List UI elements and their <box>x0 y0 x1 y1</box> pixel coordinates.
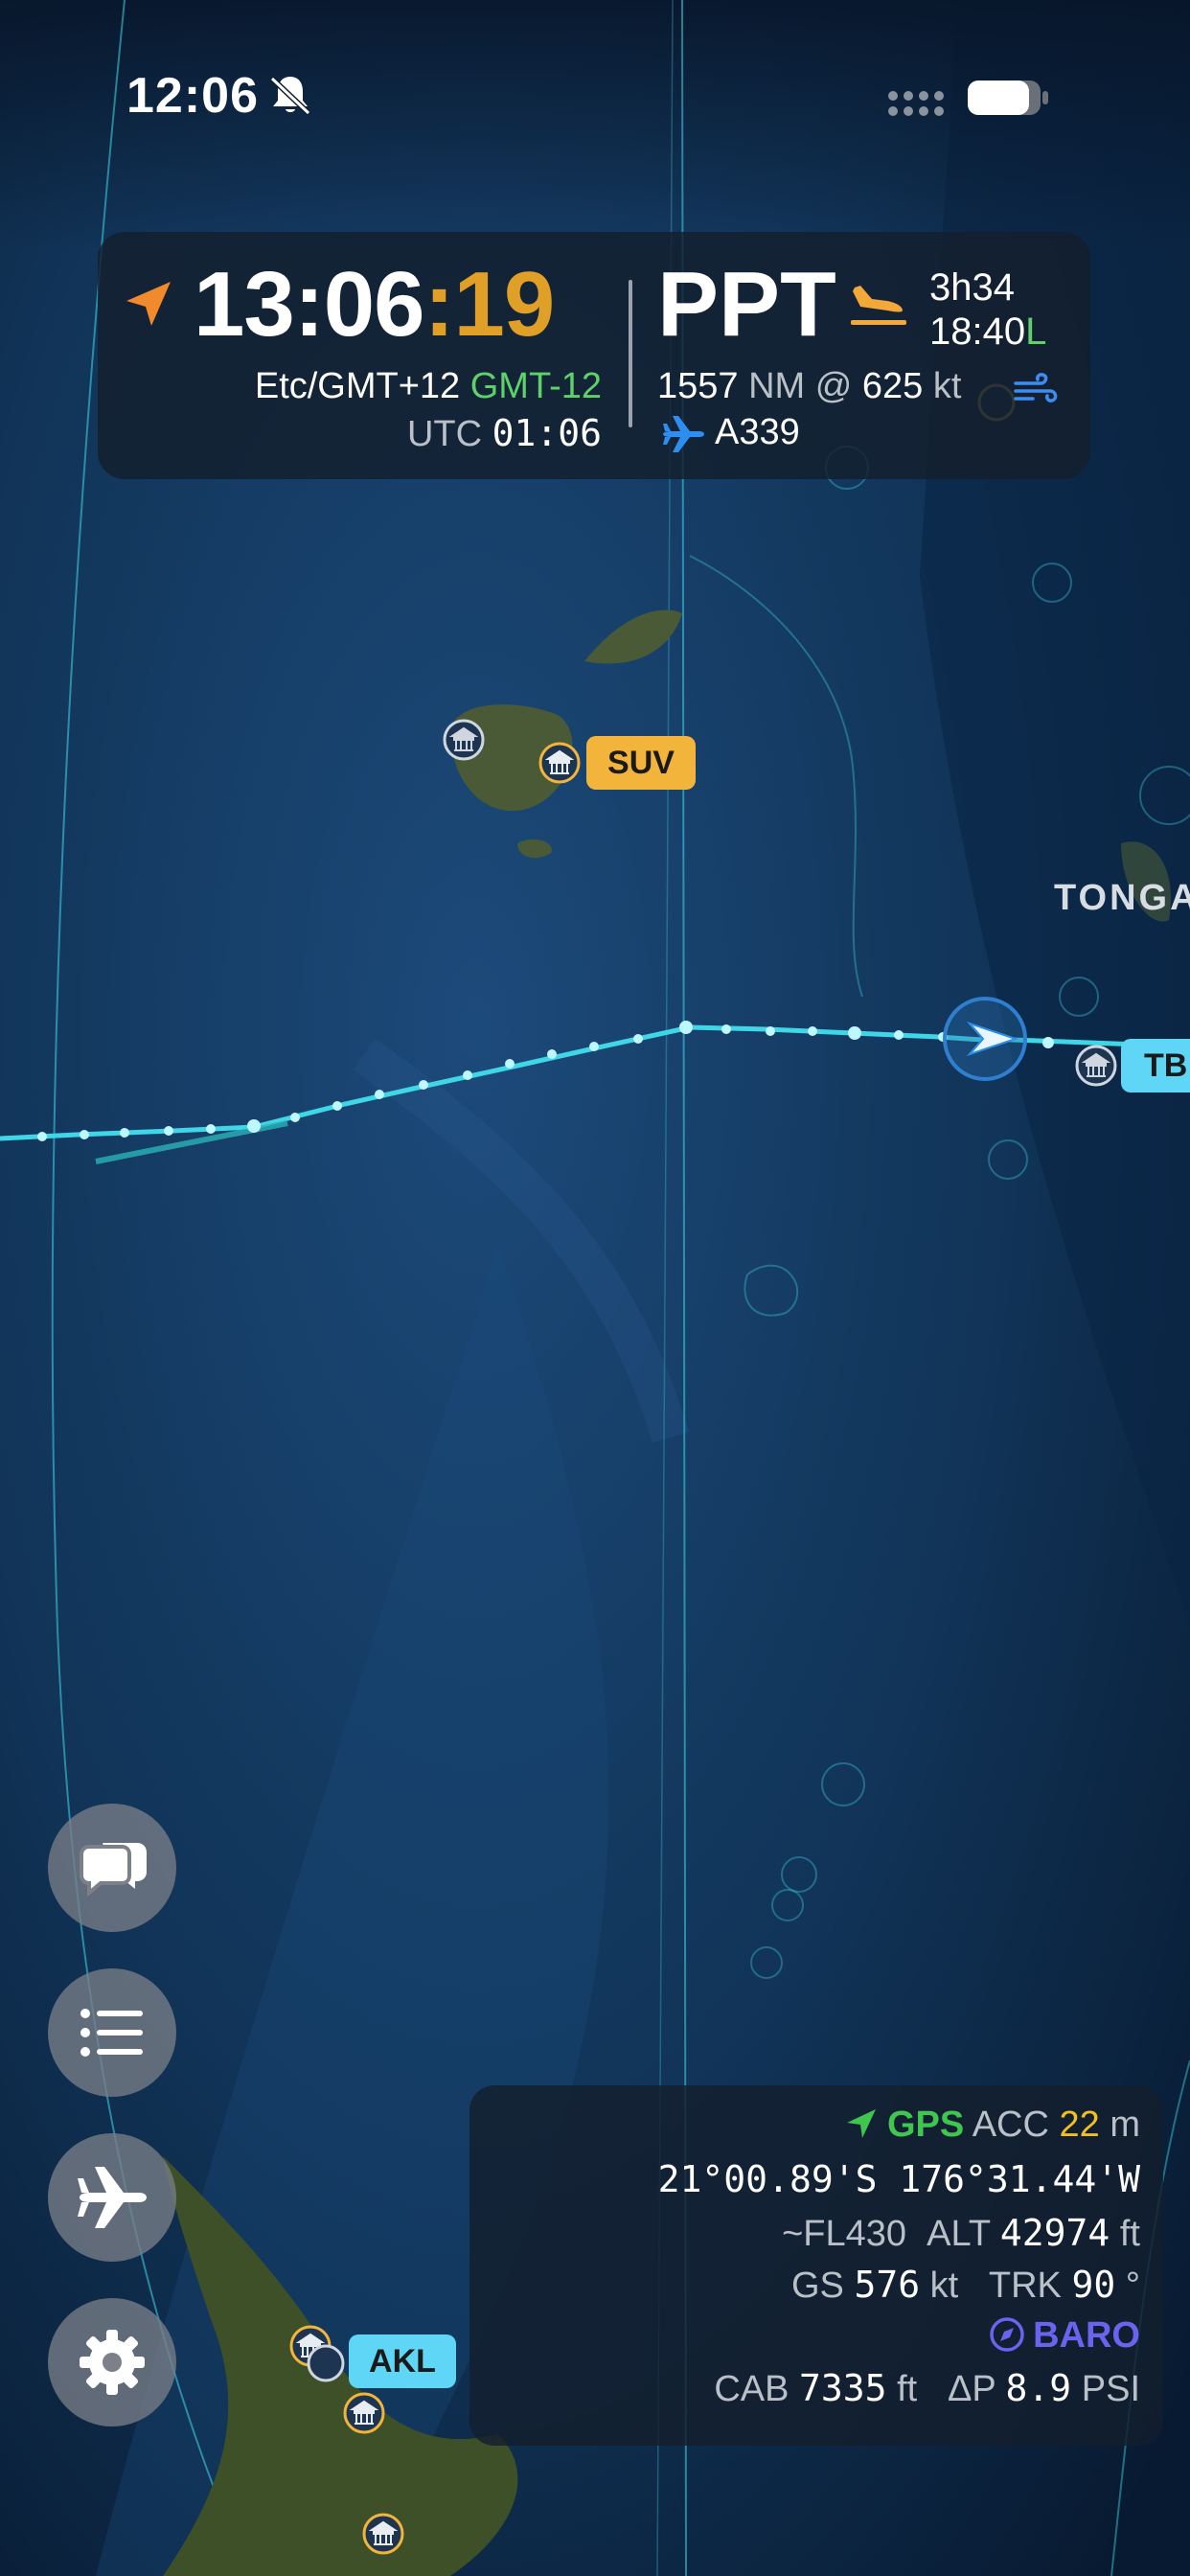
position-panel[interactable]: GPS ACC 22 m 21°00.89'S 176°31.44'W ~FL4… <box>469 2085 1163 2446</box>
battery-icon <box>968 80 1048 115</box>
panel-divider <box>629 280 632 427</box>
airport-pin-icon[interactable] <box>538 742 581 784</box>
airport-label-tbu[interactable]: TB <box>1121 1039 1190 1092</box>
airport-pin-icon[interactable] <box>1075 1045 1117 1087</box>
flight-button[interactable] <box>48 2133 176 2262</box>
airport-pin-icon[interactable] <box>307 2344 345 2382</box>
cabin-row: CAB 7335 ft ΔP 8.9 PSI <box>714 2367 1140 2409</box>
signal-dots-icon <box>888 91 944 116</box>
list-icon <box>80 2009 143 2057</box>
coordinates: 21°00.89'S 176°31.44'W <box>657 2158 1140 2200</box>
chat-icon <box>80 1843 147 1898</box>
airport-pin-icon[interactable] <box>443 719 485 761</box>
baro-row: BARO <box>989 2315 1140 2357</box>
airplane-icon <box>663 416 704 452</box>
time-remaining: 3h34 <box>929 266 1015 309</box>
list-button[interactable] <box>48 1968 176 2097</box>
status-clock: 12:06 <box>126 68 259 124</box>
distance-speed-line: 1557 NM @ 625 kt <box>657 366 962 406</box>
airplane-icon <box>78 2167 147 2228</box>
altitude-row: ~FL430 ALT 42974 ft <box>782 2212 1140 2254</box>
speed-track-row: GS 576 kt TRK 90 ° <box>790 2264 1140 2306</box>
plane-landing-icon <box>851 286 906 325</box>
utc-line: UTC 01:06 <box>406 412 602 454</box>
flight-info-panel[interactable]: 13:06:19 Etc/GMT+12 GMT-12 UTC 01:06 PPT… <box>98 232 1090 479</box>
airport-pin-icon[interactable] <box>362 2513 404 2555</box>
airport-pin-icon[interactable] <box>343 2392 385 2434</box>
location-arrow-icon <box>126 282 171 326</box>
destination-code: PPT <box>657 253 836 356</box>
wind-icon <box>1014 373 1058 402</box>
chat-button[interactable] <box>48 1804 176 1932</box>
gear-icon <box>80 2330 145 2395</box>
local-time-block: 13:06:19 Etc/GMT+12 GMT-12 UTC 01:06 <box>98 232 627 479</box>
compass-icon <box>990 2317 1024 2352</box>
eta-time: 18:40L <box>929 310 1047 353</box>
gps-arrow-icon <box>846 2109 876 2138</box>
status-bar: 12:06 <box>0 0 1190 192</box>
airport-label-akl[interactable]: AKL <box>349 2334 456 2388</box>
airport-label-suv[interactable]: SUV <box>586 736 696 790</box>
timezone-line: Etc/GMT+12 GMT-12 <box>254 366 602 406</box>
settings-button[interactable] <box>48 2298 176 2426</box>
country-label-tonga: TONGA <box>1054 878 1190 918</box>
gps-row: GPS ACC 22 m <box>843 2104 1140 2146</box>
bell-slash-icon <box>269 76 311 116</box>
local-time: 13:06:19 <box>194 253 555 356</box>
destination-block: PPT 3h34 18:40L 1557 NM @ 625 kt A339 <box>657 232 1090 479</box>
